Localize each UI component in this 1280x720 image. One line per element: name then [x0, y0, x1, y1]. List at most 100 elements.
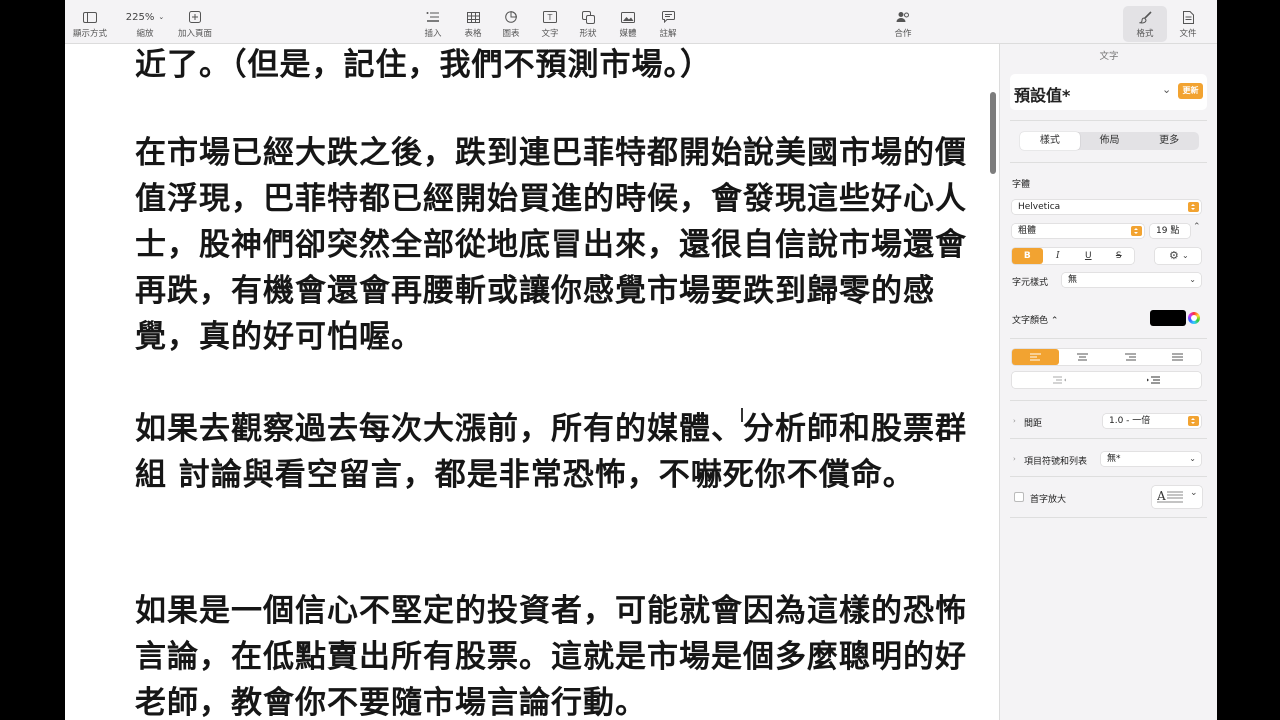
font-section-label: 字體 — [1012, 180, 1031, 190]
font-weight-select[interactable]: 粗體 — [1012, 224, 1144, 238]
paragraph-3[interactable]: 如果去觀察過去每次大漲前，所有的媒體、分析師和股票群組 討論與看空留言，都是非常… — [135, 406, 980, 498]
chart-button[interactable]: 圖表 — [496, 8, 526, 42]
bullets-select[interactable]: 無* ⌄ — [1101, 452, 1201, 466]
divider — [1010, 476, 1207, 477]
sidebar-title: 文字 — [1099, 51, 1119, 62]
underline-button[interactable]: U — [1073, 248, 1104, 264]
pages-window: 顯示方式 225% ⌄ 縮放 加入頁面 插入 表格 圖表 T 文字 形狀 媒體 … — [65, 0, 1217, 720]
chevron-down-icon: ⌄ — [1189, 275, 1196, 284]
shape-icon — [581, 8, 595, 26]
add-page-button[interactable]: 加入頁面 — [175, 8, 215, 42]
collaborate-button[interactable]: 合作 — [888, 8, 918, 42]
divider — [1010, 162, 1207, 163]
tab-more[interactable]: 更多 — [1139, 132, 1199, 150]
color-wheel-icon[interactable] — [1188, 312, 1200, 324]
decrease-indent-button[interactable] — [1012, 372, 1107, 388]
strikethrough-button[interactable]: S — [1104, 248, 1135, 264]
zoom-value: 225% — [125, 11, 155, 23]
text-cursor — [741, 408, 743, 422]
text-color-well[interactable] — [1150, 310, 1186, 326]
vertical-scrollbar[interactable] — [990, 92, 996, 174]
insert-button[interactable]: 插入 — [418, 8, 448, 42]
font-size-field[interactable]: 19 點 — [1150, 224, 1190, 238]
comment-label: 註解 — [659, 29, 677, 39]
chevron-down-icon: ⌄ — [1182, 251, 1189, 260]
divider — [1010, 438, 1207, 439]
select-stepper-icon — [1188, 416, 1199, 426]
justify-icon — [1171, 353, 1183, 361]
text-label: 文字 — [541, 29, 559, 39]
select-stepper-icon — [1131, 226, 1142, 236]
document-icon — [1182, 8, 1194, 26]
zoom-label: 縮放 — [136, 29, 154, 39]
svg-text:A: A — [1157, 489, 1166, 503]
media-button[interactable]: 媒體 — [613, 8, 643, 42]
collaborate-icon — [896, 8, 910, 26]
spacing-label: 間距 — [1024, 419, 1043, 429]
document-canvas[interactable]: 近了。（但是，記住，我們不預測市場。） 在市場已經大跌之後，跌到連巴菲特都開始說… — [65, 44, 999, 720]
media-label: 媒體 — [619, 29, 637, 39]
chevron-down-icon: ⌄ — [158, 13, 165, 21]
align-left-button[interactable] — [1012, 349, 1060, 365]
photo-icon — [621, 8, 635, 26]
justify-button[interactable] — [1154, 349, 1201, 365]
disclosure-triangle-icon[interactable]: › — [1013, 417, 1016, 425]
svg-text:T: T — [547, 13, 553, 22]
divider — [1010, 517, 1207, 518]
zoom-control[interactable]: 225% ⌄ 縮放 — [120, 8, 170, 42]
paragraph-1[interactable]: 近了。（但是，記住，我們不預測市場。） — [135, 44, 980, 88]
align-right-icon — [1124, 353, 1136, 361]
align-right-button[interactable] — [1107, 349, 1154, 365]
align-center-icon — [1077, 353, 1089, 361]
comment-icon — [661, 8, 675, 26]
dropcap-label: 首字放大 — [1030, 495, 1067, 505]
text-button[interactable]: T 文字 — [535, 8, 565, 42]
paragraph-2[interactable]: 在市場已經大跌之後，跌到連巴菲特都開始說美國市場的價值浮現，巴菲特都已經開始買進… — [135, 130, 980, 360]
italic-button[interactable]: I — [1043, 248, 1074, 264]
increase-indent-icon — [1147, 376, 1161, 384]
document-label: 文件 — [1179, 29, 1197, 39]
select-stepper-icon — [1188, 202, 1199, 212]
tab-layout[interactable]: 佈局 — [1080, 132, 1140, 150]
insert-list-icon — [426, 8, 440, 26]
paintbrush-icon — [1138, 8, 1152, 26]
decrease-indent-icon — [1052, 376, 1066, 384]
bullets-label: 項目符號和列表 — [1024, 457, 1088, 467]
format-button[interactable]: 格式 — [1123, 6, 1167, 42]
align-center-button[interactable] — [1059, 349, 1106, 365]
dropcap-checkbox[interactable] — [1014, 492, 1024, 502]
chevron-down-icon: ⌄ — [1162, 83, 1172, 96]
paragraph-style-selector[interactable]: 預設值* ⌄ 更新 — [1010, 74, 1207, 110]
gear-icon: ⚙ — [1169, 249, 1179, 262]
disclosure-triangle-icon[interactable]: › — [1013, 455, 1016, 463]
bullets-value: 無* — [1107, 454, 1121, 464]
align-left-icon — [1030, 353, 1042, 361]
text-format-buttons: B I U S — [1012, 248, 1134, 264]
chevron-down-icon: ⌄ — [1189, 454, 1196, 463]
dropcap-icon: A — [1157, 489, 1183, 503]
table-button[interactable]: 表格 — [458, 8, 488, 42]
char-style-label: 字元樣式 — [1012, 278, 1049, 288]
format-label: 格式 — [1136, 29, 1154, 39]
alignment-buttons — [1012, 349, 1201, 365]
comment-button[interactable]: 註解 — [653, 8, 683, 42]
char-style-select[interactable]: 無 ⌄ — [1062, 273, 1201, 287]
text-color-label: 文字顏色 ⌃ — [1012, 316, 1059, 326]
tab-style[interactable]: 樣式 — [1020, 132, 1080, 150]
toolbar: 顯示方式 225% ⌄ 縮放 加入頁面 插入 表格 圖表 T 文字 形狀 媒體 … — [65, 0, 1217, 44]
plus-square-icon — [189, 8, 201, 26]
spacing-select[interactable]: 1.0 - 一倍 — [1103, 414, 1201, 428]
document-button[interactable]: 文件 — [1173, 8, 1203, 42]
view-label: 顯示方式 — [72, 29, 107, 39]
bold-button[interactable]: B — [1012, 248, 1043, 264]
font-family-value: Helvetica — [1018, 202, 1061, 212]
font-family-select[interactable]: Helvetica — [1012, 200, 1201, 214]
view-button[interactable]: 顯示方式 — [71, 8, 109, 42]
shape-button[interactable]: 形狀 — [573, 8, 603, 42]
update-style-button[interactable]: 更新 — [1178, 83, 1203, 99]
increase-indent-button[interactable] — [1107, 372, 1202, 388]
font-size-stepper-icon[interactable]: ⌃ — [1193, 222, 1201, 232]
text-options-button[interactable]: ⚙ ⌄ — [1155, 248, 1201, 264]
dropcap-style-button[interactable]: A ⌄ — [1152, 486, 1202, 508]
paragraph-4[interactable]: 如果是一個信心不堅定的投資者，可能就會因為這樣的恐怖言論，在低點賣出所有股票。這… — [135, 588, 980, 720]
